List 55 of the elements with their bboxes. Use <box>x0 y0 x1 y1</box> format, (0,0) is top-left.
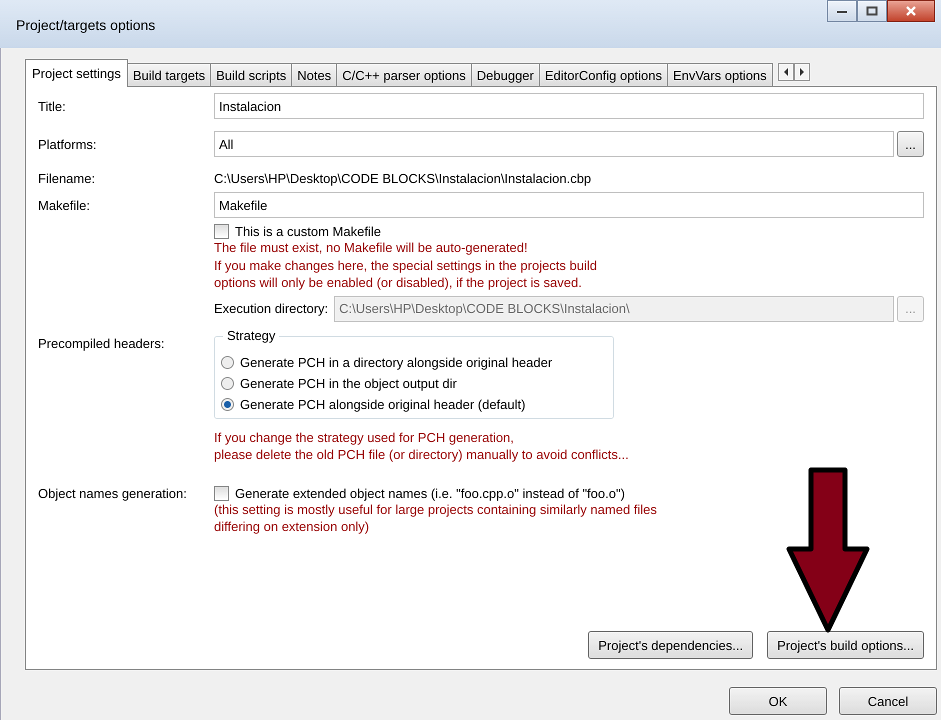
button[interactable]: Project's build options... <box>767 631 924 659</box>
radio-label: Generate PCH in a directory alongside original header <box>240 354 552 370</box>
tab[interactable]: Project settings <box>25 59 128 87</box>
window-title: Project/targets options <box>16 17 156 33</box>
tab[interactable]: C/C++ parser options <box>336 63 472 86</box>
group-title: Strategy <box>223 328 280 342</box>
field-label: Makefile: <box>38 198 92 212</box>
field-label: Object names generation: <box>38 486 188 500</box>
warning-text: The file must exist, no Makefile will be auto-generated! <box>214 239 529 256</box>
field-label: Precompiled headers: <box>38 336 166 350</box>
field-label: Title: <box>38 98 67 114</box>
checkbox[interactable] <box>214 224 229 239</box>
warning-text: please delete the old PCH file (or directory) manually to avoid conflicts... <box>214 446 630 464</box>
scroll-left-button[interactable] <box>778 63 794 81</box>
left-triangle-icon <box>782 68 789 76</box>
checkbox[interactable] <box>214 486 229 500</box>
button[interactable]: Project's dependencies... <box>588 631 754 659</box>
radio-button[interactable] <box>221 376 234 390</box>
warning-text: differing on extension only) <box>214 518 370 536</box>
dialog-button[interactable]: OK <box>729 687 827 715</box>
warning-text: If you make changes here, the special settings in the projects build <box>214 256 598 274</box>
tab[interactable]: EditorConfig options <box>538 63 668 86</box>
field-label: Execution directory: <box>214 301 328 316</box>
tab[interactable]: Build targets <box>126 63 212 86</box>
down-arrow-icon <box>786 467 870 633</box>
filename-text: C:\Users\HP\Desktop\CODE BLOCKS\Instalacion\Instalacion.cbp <box>214 171 592 186</box>
warning-text: (this setting is mostly useful for large projects containing similarly named files <box>214 501 658 518</box>
field-label: Filename: <box>38 171 96 186</box>
tab[interactable]: EnvVars options <box>666 63 773 86</box>
warning-text: options will only be enabled (or disabled), if the project is saved. <box>214 274 583 292</box>
dialog-button[interactable]: Cancel <box>839 687 937 715</box>
close-button[interactable] <box>887 0 935 22</box>
checkbox-label: This is a custom Makefile <box>235 224 381 239</box>
text-field[interactable]: Instalacion <box>214 93 924 119</box>
tab[interactable]: Build scripts <box>210 63 292 86</box>
right-triangle-icon <box>798 68 805 76</box>
tab[interactable]: Notes <box>291 63 338 86</box>
radio-label: Generate PCH alongside original header (default) <box>240 396 526 412</box>
scroll-right-button[interactable] <box>794 63 810 81</box>
radio-button[interactable] <box>221 398 234 410</box>
field-label: Platforms: <box>38 136 98 152</box>
minimize-icon <box>836 8 848 14</box>
close-icon <box>905 6 917 16</box>
text-field[interactable]: All <box>214 131 894 157</box>
radio-button[interactable] <box>221 356 234 368</box>
radio-label: Generate PCH in the object output dir <box>240 376 457 390</box>
maximize-icon <box>866 6 878 16</box>
minimize-button[interactable] <box>827 0 857 22</box>
warning-text: If you change the strategy used for PCH generation, <box>214 428 515 446</box>
checkbox-label: Generate extended object names (i.e. "foo.cpp.o" instead of "foo.o") <box>235 486 625 500</box>
browse-button[interactable]: ... <box>897 131 924 157</box>
text-field[interactable]: Makefile <box>214 192 924 218</box>
tab[interactable]: Debugger <box>470 63 540 86</box>
text-field: C:\Users\HP\Desktop\CODE BLOCKS\Instalacion\ <box>334 296 894 322</box>
maximize-button[interactable] <box>857 0 887 22</box>
